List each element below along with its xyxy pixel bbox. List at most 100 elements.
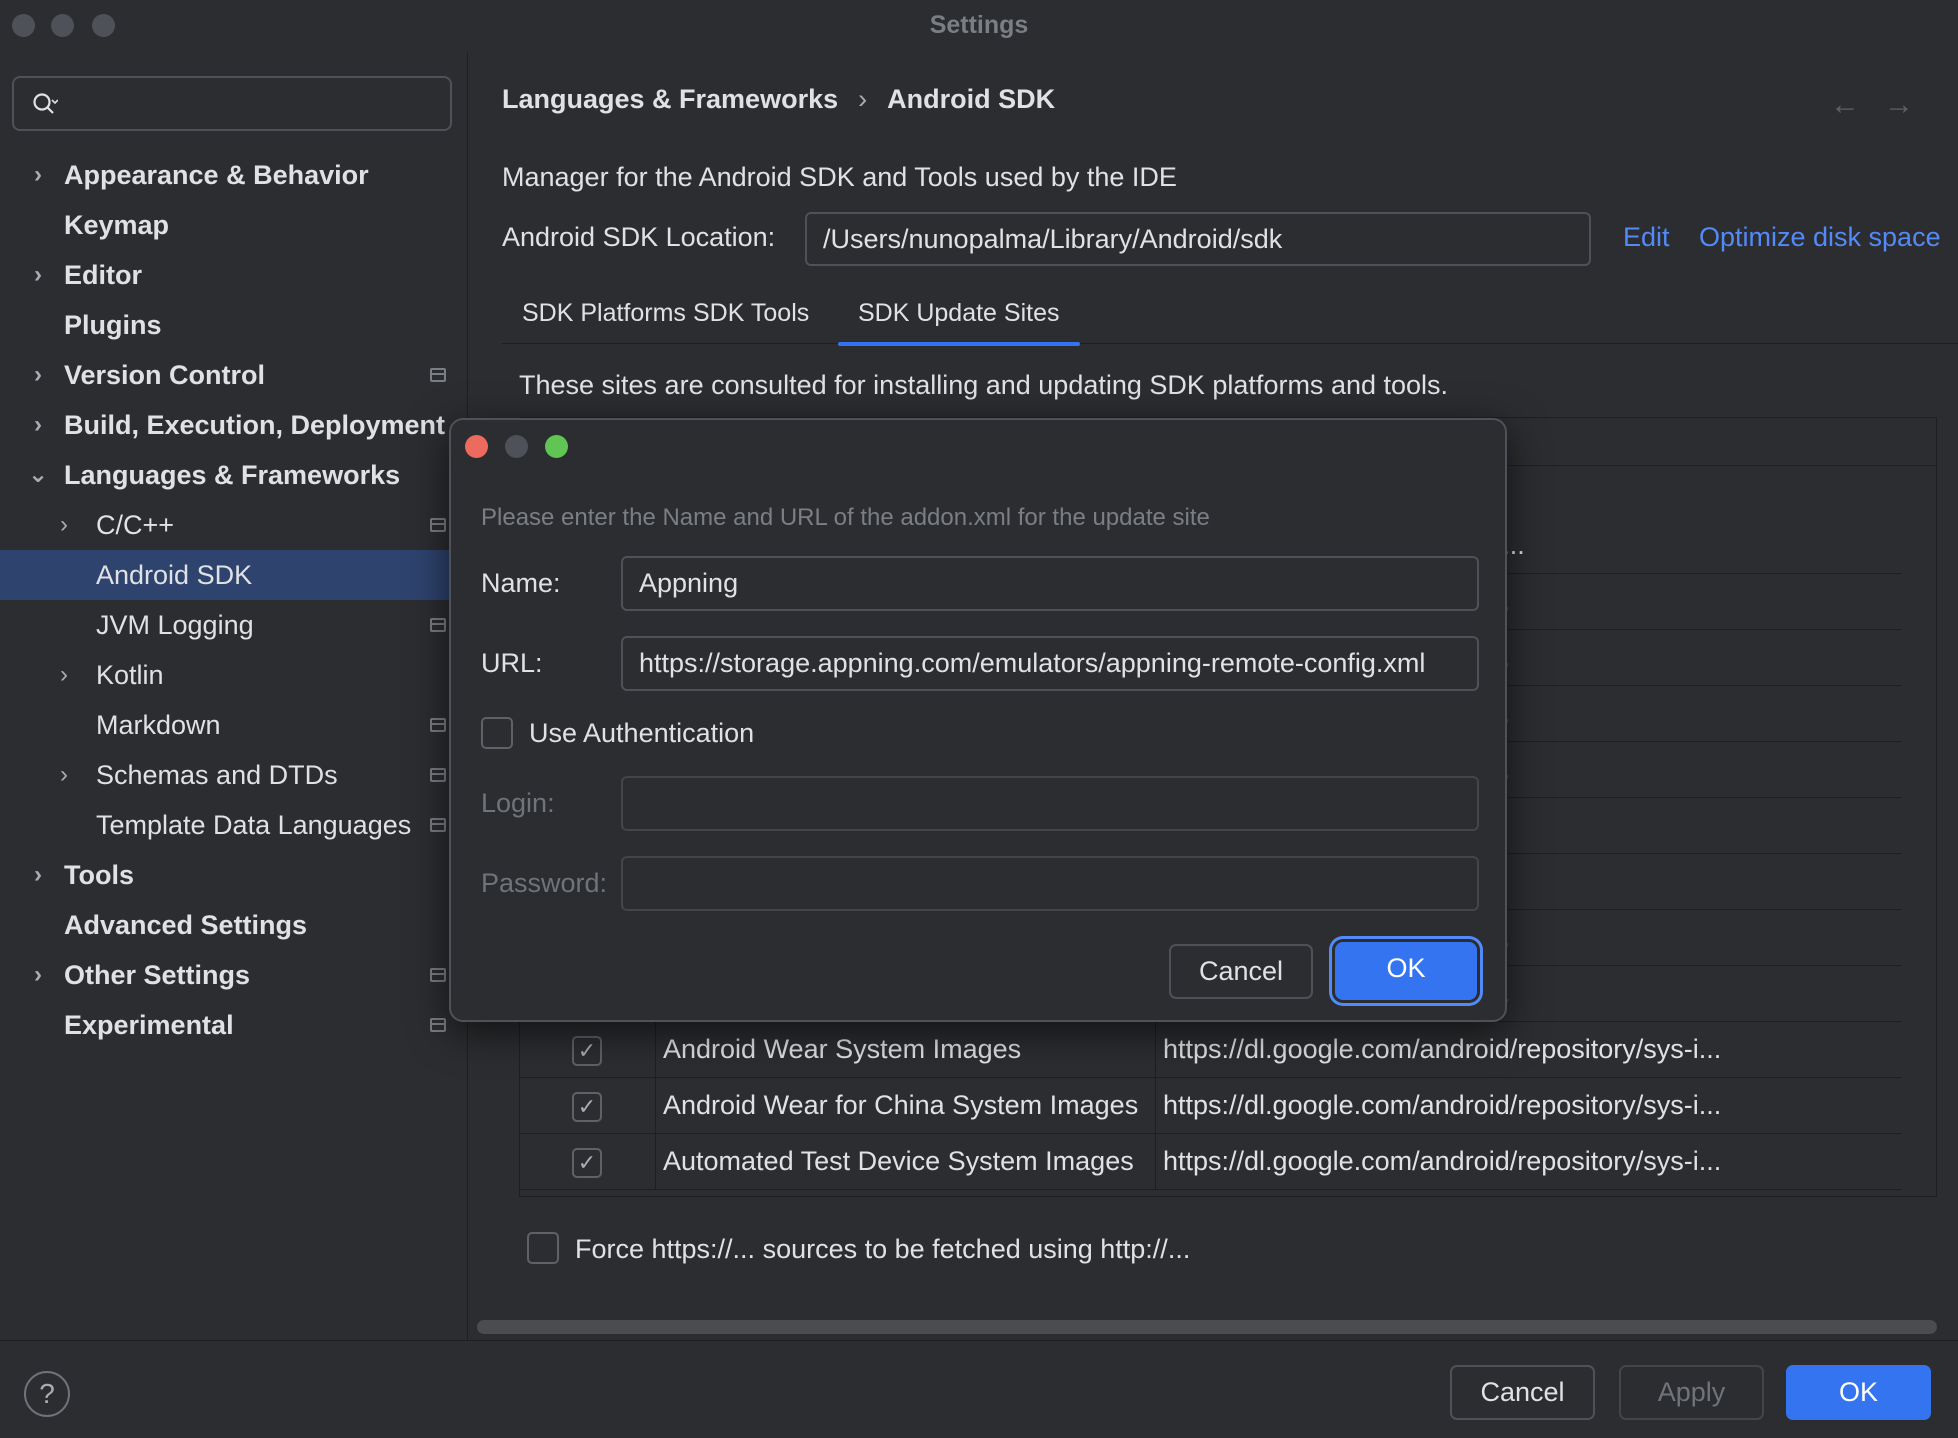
sdk-location-label: Android SDK Location:	[502, 222, 776, 252]
chevron-right-icon[interactable]: ›	[54, 650, 74, 700]
chevron-right-icon[interactable]: ›	[28, 350, 48, 400]
back-arrow-icon[interactable]: ←	[1830, 88, 1884, 121]
settings-window: Settings › Appearance & Behavior Keymap › Ed…	[0, 0, 1958, 1438]
breadcrumb: Languages & Frameworks › Android SDK	[502, 84, 1055, 115]
sidebar-item-version-control[interactable]: › Version Control	[0, 350, 468, 400]
sidebar-item-template-data-languages[interactable]: Template Data Languages	[0, 800, 468, 850]
chevron-right-icon[interactable]: ›	[28, 250, 48, 300]
project-settings-icon	[430, 768, 446, 782]
update-sites-description: These sites are consulted for installing…	[519, 370, 1449, 400]
force-http-label: Force https://... sources to be fetched …	[575, 1234, 1191, 1264]
sidebar-item-label: Languages & Frameworks	[64, 460, 401, 490]
panel-horizontal-scrollbar[interactable]	[477, 1320, 1937, 1334]
optimize-disk-space-link[interactable]: Optimize disk space	[1699, 222, 1941, 253]
sidebar-item-languages-frameworks[interactable]: ⌄ Languages & Frameworks	[0, 450, 468, 500]
history-navigation: ←→	[1830, 88, 1938, 122]
chevron-right-icon[interactable]: ›	[28, 950, 48, 1000]
dialog-zoom-button[interactable]	[545, 435, 568, 458]
password-label: Password:	[481, 868, 608, 898]
sidebar-item-label: Template Data Languages	[96, 810, 412, 840]
sidebar-item-plugins[interactable]: Plugins	[0, 300, 468, 350]
dialog-cancel-button[interactable]: Cancel	[1169, 944, 1313, 999]
sidebar-item-label: Markdown	[96, 710, 221, 740]
project-settings-icon	[430, 368, 446, 382]
site-name: Automated Test Device System Images	[663, 1146, 1134, 1176]
project-settings-icon	[430, 718, 446, 732]
column-divider	[1155, 1078, 1156, 1133]
search-icon	[33, 93, 58, 114]
column-divider	[655, 1134, 656, 1189]
use-authentication-checkbox[interactable]	[481, 717, 513, 749]
title-bar: Settings	[0, 0, 1958, 52]
sdk-location-field[interactable]: /Users/nunopalma/Library/Android/sdk	[805, 212, 1591, 266]
sidebar-item-label: Build, Execution, Deployment	[64, 410, 446, 440]
dialog-close-button[interactable]	[465, 435, 488, 458]
sidebar-item-markdown[interactable]: Markdown	[0, 700, 468, 750]
chevron-right-icon[interactable]: ›	[28, 150, 48, 200]
sidebar-item-appearance-behavior[interactable]: › Appearance & Behavior	[0, 150, 468, 200]
sidebar-item-c-c[interactable]: › C/C++	[0, 500, 468, 550]
sidebar-item-label: Appearance & Behavior	[64, 160, 369, 190]
sidebar-item-label: Version Control	[64, 360, 266, 390]
sidebar-item-label: Tools	[64, 860, 134, 890]
site-url: https://dl.google.com/android/repository…	[1163, 1146, 1722, 1176]
site-enabled-checkbox[interactable]: ✓	[572, 1148, 602, 1178]
tab-sdk-tools[interactable]: SDK Tools	[673, 288, 829, 344]
chevron-right-icon[interactable]: ›	[28, 400, 48, 450]
sidebar-item-android-sdk[interactable]: Android SDK	[0, 550, 468, 600]
chevron-right-icon[interactable]: ›	[54, 500, 74, 550]
chevron-down-icon[interactable]: ⌄	[28, 450, 48, 500]
settings-search-input[interactable]	[12, 76, 452, 131]
login-label: Login:	[481, 788, 555, 818]
sidebar-item-tools[interactable]: › Tools	[0, 850, 468, 900]
column-divider	[1155, 1022, 1156, 1077]
sdk-tabs: SDK Platforms SDK Tools SDK Update Sites	[502, 288, 1958, 346]
sidebar-item-experimental[interactable]: Experimental	[0, 1000, 468, 1050]
table-row[interactable]: ✓ Automated Test Device System Images http…	[520, 1134, 1902, 1190]
tab-sdk-update-sites[interactable]: SDK Update Sites	[838, 288, 1080, 346]
dialog-minimize-button[interactable]	[505, 435, 528, 458]
project-settings-icon	[430, 618, 446, 632]
site-enabled-checkbox[interactable]: ✓	[572, 1092, 602, 1122]
use-authentication-label[interactable]: Use Authentication	[529, 718, 754, 749]
sidebar-item-build-execution-deployment[interactable]: › Build, Execution, Deployment	[0, 400, 468, 450]
chevron-right-icon[interactable]: ›	[28, 850, 48, 900]
site-name: Android Wear System Images	[663, 1034, 1022, 1064]
apply-button[interactable]: Apply	[1619, 1365, 1764, 1420]
sidebar-item-advanced-settings[interactable]: Advanced Settings	[0, 900, 468, 950]
force-http-checkbox[interactable]	[527, 1232, 559, 1264]
table-row[interactable]: ✓ Android Wear for China System Images htt…	[520, 1078, 1902, 1134]
help-button[interactable]: ?	[24, 1371, 70, 1417]
sidebar-item-editor[interactable]: › Editor	[0, 250, 468, 300]
column-divider	[655, 1078, 656, 1133]
sidebar-item-label: Advanced Settings	[64, 910, 308, 940]
chevron-right-icon[interactable]: ›	[54, 750, 74, 800]
site-url: https://dl.google.com/android/repository…	[1163, 1034, 1722, 1064]
sidebar-item-schemas-and-dtds[interactable]: › Schemas and DTDs	[0, 750, 468, 800]
project-settings-icon	[430, 1018, 446, 1032]
breadcrumb-current: Android SDK	[887, 84, 1056, 114]
forward-arrow-icon[interactable]: →	[1884, 88, 1938, 121]
site-url-input[interactable]: https://storage.appning.com/emulators/ap…	[621, 636, 1479, 691]
panel-description: Manager for the Android SDK and Tools us…	[502, 162, 1177, 192]
site-name-input[interactable]: Appning	[621, 556, 1479, 611]
breadcrumb-parent[interactable]: Languages & Frameworks	[502, 84, 838, 114]
site-enabled-checkbox[interactable]: ✓	[572, 1036, 602, 1066]
sidebar-item-kotlin[interactable]: › Kotlin	[0, 650, 468, 700]
sidebar-item-other-settings[interactable]: › Other Settings	[0, 950, 468, 1000]
sidebar-item-label: Android SDK	[96, 560, 253, 590]
login-input[interactable]	[621, 776, 1479, 831]
project-settings-icon	[430, 818, 446, 832]
sidebar-item-label: Schemas and DTDs	[96, 760, 338, 790]
password-input[interactable]	[621, 856, 1479, 911]
dialog-ok-button[interactable]: OK	[1335, 942, 1477, 1000]
edit-sdk-location-link[interactable]: Edit	[1623, 222, 1670, 253]
sidebar-item-jvm-logging[interactable]: JVM Logging	[0, 600, 468, 650]
cancel-button[interactable]: Cancel	[1450, 1365, 1595, 1420]
footer-bar: ? Cancel Apply OK	[0, 1340, 1958, 1438]
ok-button[interactable]: OK	[1786, 1365, 1931, 1420]
sidebar-item-keymap[interactable]: Keymap	[0, 200, 468, 250]
project-settings-icon	[430, 968, 446, 982]
settings-sidebar: › Appearance & Behavior Keymap › Editor Plugi…	[0, 52, 468, 1340]
table-row[interactable]: ✓ Android Wear System Images https://dl.go…	[520, 1022, 1902, 1078]
